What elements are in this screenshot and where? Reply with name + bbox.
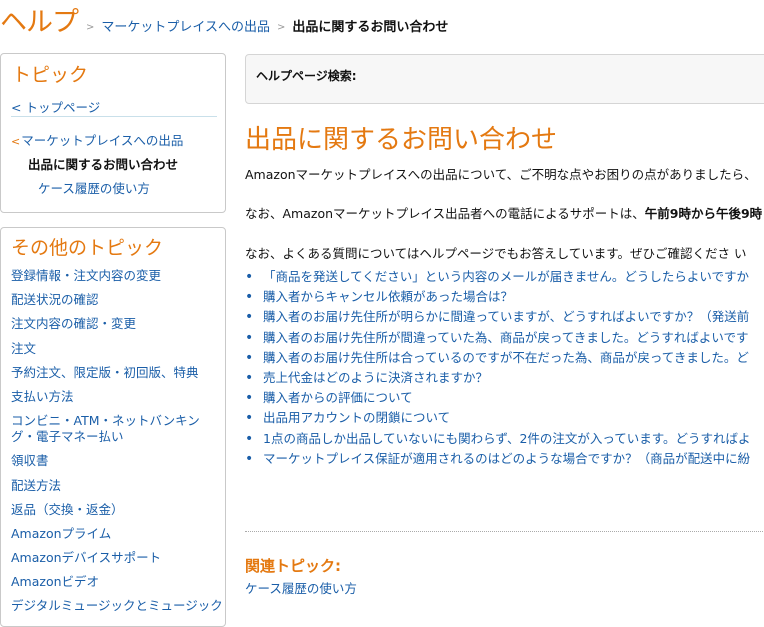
other-topics-list: 登録情報・注文内容の変更 配送状況の確認 注文内容の確認・変更 注文 予約注文、… <box>11 268 223 623</box>
faq-item[interactable]: • 売上代金はどのように決済されますか？ <box>245 368 751 388</box>
faq-link[interactable]: 売上代金はどのように決済されますか？ <box>263 370 488 385</box>
breadcrumb-marketplace-link[interactable]: マーケットプレイスへの出品 <box>101 20 270 35</box>
bullet-icon: • <box>245 430 254 447</box>
faq-link[interactable]: 購入者のお届け先住所が間違っていた為、商品が戻ってきました。どうすればよいです <box>263 330 749 345</box>
other-topic-item[interactable]: 配送状況の確認 <box>11 292 223 308</box>
topic-panel: トピック < トップページ <マーケットプレイスへの出品 出品に関するお問い合わ… <box>0 53 226 213</box>
faq-intro-paragraph: なお、よくある質問についてはヘルプページでもお答えしています。ぜひご確認くださ … <box>245 246 747 261</box>
topic-parent-item[interactable]: <マーケットプレイスへの出品 <box>11 130 183 149</box>
bullet-icon: • <box>245 370 254 387</box>
top-page-link[interactable]: < トップページ <box>11 97 100 116</box>
related-topics-heading: 関連トピック: <box>245 557 341 575</box>
related-topic-link[interactable]: ケース履歴の使い方 <box>245 578 357 597</box>
intro-paragraph: Amazonマーケットプレイスへの出品について、ご不明な点やお困りの点がありまし… <box>245 167 757 182</box>
faq-item[interactable]: • 出品用アカウントの閉鎖について <box>245 408 751 428</box>
chevron-left-icon: < <box>11 135 21 148</box>
page-title: 出品に関するお問い合わせ <box>245 125 558 155</box>
other-topic-item[interactable]: 注文内容の確認・変更 <box>11 316 223 332</box>
faq-link[interactable]: 「商品を発送してください」という内容のメールが届きません。どうしたらよいですか <box>263 269 749 284</box>
faq-link[interactable]: 購入者からの評価について <box>263 390 413 405</box>
other-topic-item[interactable]: 予約注文、限定版・初回版、特典 <box>11 365 223 381</box>
other-topic-item[interactable]: 返品（交換・返金） <box>11 502 223 518</box>
other-topics-panel: その他のトピック 登録情報・注文内容の変更 配送状況の確認 注文内容の確認・変更… <box>0 227 226 627</box>
faq-item[interactable]: • 「商品を発送してください」という内容のメールが届きません。どうしたらよいですか <box>245 267 751 287</box>
bullet-icon: • <box>245 309 254 326</box>
faq-link[interactable]: 出品用アカウントの閉鎖について <box>263 410 450 425</box>
faq-link[interactable]: マーケットプレイス保証が適用されるのはどのような場合ですか？（商品が配送中に紛 <box>263 451 750 466</box>
other-topic-item[interactable]: Amazonプライム <box>11 526 223 542</box>
other-topics-title: その他のトピック <box>11 237 164 259</box>
chevron-right-icon: > <box>86 22 95 33</box>
bullet-icon: • <box>245 269 254 285</box>
faq-item[interactable]: • 購入者からの評価について <box>245 388 751 408</box>
phone-support-text: なお、Amazonマーケットプレイス出品者への電話によるサポートは、 <box>245 206 645 221</box>
faq-item[interactable]: • 購入者のお届け先住所が間違っていた為、商品が戻ってきました。どうすればよいです <box>245 328 751 348</box>
bullet-icon: • <box>245 390 254 407</box>
other-topic-item[interactable]: 領収書 <box>11 453 223 469</box>
faq-item[interactable]: • 1点の商品しか出品していないにも関わらず、2件の注文が入っています。どうすれば… <box>245 429 751 449</box>
faq-list: • 「商品を発送してください」という内容のメールが届きません。どうしたらよいですか… <box>245 267 751 469</box>
other-topic-item[interactable]: Amazonビデオ <box>11 574 223 590</box>
other-topic-item[interactable]: コンビニ・ATM・ネットバンキング・電子マネー払い <box>11 413 223 445</box>
phone-support-paragraph: なお、Amazonマーケットプレイス出品者への電話によるサポートは、午前9時から… <box>245 205 762 223</box>
help-search-box[interactable]: ヘルプページ検索: <box>245 54 764 104</box>
faq-item[interactable]: • 購入者のお届け先住所は合っているのですが不在だった為、商品が戻ってきました。ど <box>245 348 751 368</box>
bullet-icon: • <box>245 349 254 366</box>
bullet-icon: • <box>245 450 254 467</box>
other-topic-item[interactable]: デジタルミュージックとミュージック <box>11 598 223 614</box>
topic-panel-title: トピック <box>12 64 89 86</box>
dotted-divider <box>245 531 764 532</box>
topic-parent-link[interactable]: マーケットプレイスへの出品 <box>21 133 183 148</box>
faq-item[interactable]: • マーケットプレイス保証が適用されるのはどのような場合ですか？（商品が配送中に紛 <box>245 449 751 469</box>
faq-link[interactable]: 購入者のお届け先住所が明らかに間違っていますが、どうすればよいですか？（発送前 <box>263 309 749 324</box>
other-topic-item[interactable]: 登録情報・注文内容の変更 <box>11 268 223 284</box>
breadcrumb: > マーケットプレイスへの出品 > 出品に関するお問い合わせ <box>86 19 448 38</box>
help-search-label: ヘルプページ検索: <box>256 69 357 83</box>
faq-link[interactable]: 購入者からキャンセル依頼があった場合は？ <box>263 289 513 304</box>
other-topic-item[interactable]: 支払い方法 <box>11 389 223 405</box>
phone-support-hours: 午前9時から午後9時 <box>644 206 763 221</box>
faq-item[interactable]: • 購入者からキャンセル依頼があった場合は？ <box>245 287 751 307</box>
bullet-icon: • <box>245 289 254 306</box>
divider <box>11 116 217 117</box>
other-topic-item[interactable]: Amazonデバイスサポート <box>11 550 223 566</box>
breadcrumb-current: 出品に関するお問い合わせ <box>292 20 449 35</box>
bullet-icon: • <box>245 329 254 346</box>
topic-current-item: 出品に関するお問い合わせ <box>28 157 179 172</box>
faq-link[interactable]: 1点の商品しか出品していないにも関わらず、2件の注文が入っています。どうすればよ <box>263 431 751 446</box>
topic-child-link[interactable]: ケース履歴の使い方 <box>38 178 150 197</box>
other-topic-item[interactable]: 注文 <box>11 341 223 357</box>
other-topic-item[interactable]: 配送方法 <box>11 478 223 494</box>
faq-item[interactable]: • 購入者のお届け先住所が明らかに間違っていますが、どうすればよいですか？（発送前 <box>245 307 751 327</box>
bullet-icon: • <box>245 410 254 427</box>
faq-link[interactable]: 購入者のお届け先住所は合っているのですが不在だった為、商品が戻ってきました。ど <box>263 350 749 365</box>
help-logo[interactable]: ヘルプ <box>0 6 79 40</box>
chevron-right-icon: > <box>277 22 286 33</box>
